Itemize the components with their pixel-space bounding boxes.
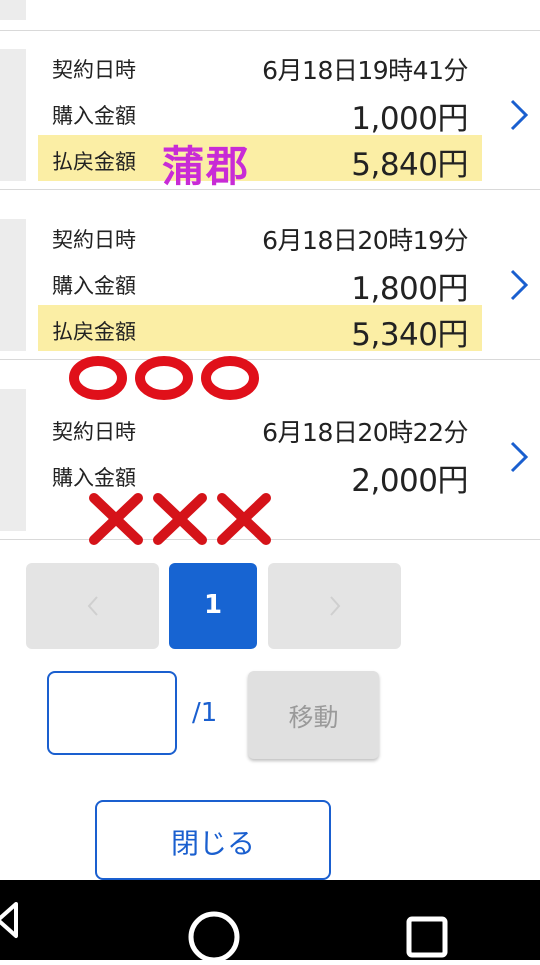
purchase-amount-label: 購入金額 bbox=[52, 104, 136, 128]
close-button[interactable]: 閉じる bbox=[95, 800, 331, 880]
contract-datetime-value: 6月18日19時41分 bbox=[262, 56, 468, 85]
contract-datetime-label: 契約日時 bbox=[52, 228, 136, 252]
payout-amount-label: 払戻金額 bbox=[52, 150, 136, 174]
card-left-bar bbox=[0, 0, 26, 20]
contract-datetime-label: 契約日時 bbox=[52, 420, 136, 444]
circle-mark bbox=[135, 356, 193, 400]
purchase-amount-value: 2,000円 bbox=[351, 463, 468, 499]
circle-mark bbox=[69, 356, 127, 400]
card-left-bar bbox=[0, 219, 26, 351]
page-number-input[interactable] bbox=[47, 671, 177, 755]
purchase-amount-row: 購入金額 1,800円 bbox=[38, 259, 482, 307]
current-page-button[interactable]: 1 bbox=[169, 563, 257, 649]
cross-mark bbox=[153, 493, 207, 545]
card-left-bar bbox=[0, 389, 26, 531]
home-icon[interactable] bbox=[186, 909, 242, 965]
previous-card-partial bbox=[0, 0, 540, 31]
system-nav-bar bbox=[0, 880, 540, 963]
purchase-amount-value: 1,000円 bbox=[351, 101, 468, 137]
contract-datetime-label: 契約日時 bbox=[52, 58, 136, 82]
move-button[interactable]: 移動 bbox=[248, 671, 379, 759]
chevron-right-icon[interactable] bbox=[504, 95, 532, 135]
recents-icon[interactable] bbox=[404, 914, 450, 960]
chevron-left-icon bbox=[87, 596, 98, 616]
circle-marks bbox=[69, 356, 259, 400]
cross-mark bbox=[89, 493, 143, 545]
next-page-button[interactable] bbox=[268, 563, 401, 649]
current-page-number: 1 bbox=[203, 590, 223, 620]
total-pages: /1 bbox=[192, 698, 218, 728]
contract-datetime-row: 契約日時 6月18日20時22分 bbox=[38, 405, 482, 451]
purchase-amount-row: 購入金額 1,000円 bbox=[38, 89, 482, 137]
history-card-2[interactable]: 契約日時 6月18日20時19分 購入金額 1,800円 払戻金額 5,340円 bbox=[0, 211, 540, 360]
contract-datetime-row: 契約日時 6月18日19時41分 bbox=[38, 43, 482, 89]
circle-mark bbox=[201, 356, 259, 400]
payout-amount-row: 払戻金額 5,840円 bbox=[38, 135, 482, 183]
purchase-amount-value: 1,800円 bbox=[351, 271, 468, 307]
purchase-amount-label: 購入金額 bbox=[52, 274, 136, 298]
back-icon[interactable] bbox=[0, 898, 24, 942]
venue-annotation: 蒲郡 bbox=[162, 142, 251, 191]
chevron-right-icon bbox=[329, 596, 340, 616]
chevron-right-icon[interactable] bbox=[504, 437, 532, 477]
move-button-label: 移動 bbox=[288, 703, 339, 732]
contract-datetime-value: 6月18日20時19分 bbox=[262, 226, 468, 255]
chevron-right-icon[interactable] bbox=[504, 265, 532, 305]
prev-page-button[interactable] bbox=[26, 563, 159, 649]
close-button-label: 閉じる bbox=[170, 827, 255, 860]
history-card-1[interactable]: 契約日時 6月18日19時41分 購入金額 1,000円 払戻金額 5,840円 bbox=[0, 41, 540, 190]
payout-amount-value: 5,340円 bbox=[351, 317, 468, 353]
contract-datetime-row: 契約日時 6月18日20時19分 bbox=[38, 213, 482, 259]
payout-amount-row: 払戻金額 5,340円 bbox=[38, 305, 482, 353]
payout-amount-label: 払戻金額 bbox=[52, 320, 136, 344]
cross-mark bbox=[217, 493, 271, 545]
cross-marks bbox=[89, 493, 271, 545]
card-left-bar bbox=[0, 49, 26, 181]
contract-datetime-value: 6月18日20時22分 bbox=[262, 418, 468, 447]
payout-amount-value: 5,840円 bbox=[351, 147, 468, 183]
